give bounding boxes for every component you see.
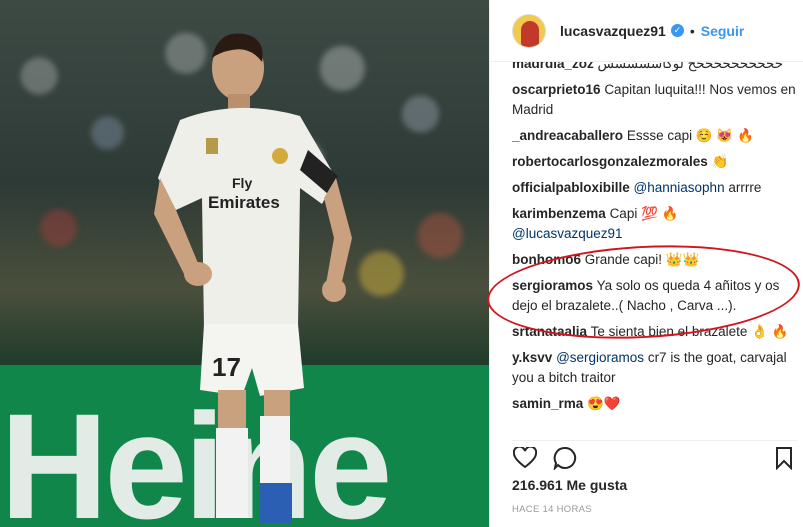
like-heart-icon[interactable] <box>512 445 538 471</box>
comment-username[interactable]: _andreacaballero <box>512 128 623 143</box>
comment-mention[interactable]: @hanniasophn <box>634 180 725 195</box>
comment-username[interactable]: oscarprieto16 <box>512 82 601 97</box>
comment-mention[interactable]: @sergioramos <box>556 350 644 365</box>
post-header: lucasvazquez91 ✓ • Seguir <box>490 0 803 62</box>
comment-username[interactable]: samin_rma <box>512 396 583 411</box>
comment-item: officialpabloxibille @hanniasophn arrrre <box>512 178 797 198</box>
comment-username[interactable]: bonhomo6 <box>512 252 581 267</box>
comment-text: cr7 is the goat, carvajal you a bitch tr… <box>512 350 787 385</box>
follow-button[interactable]: Seguir <box>701 23 745 39</box>
verified-badge-icon: ✓ <box>670 24 684 37</box>
shorts-number: 17 <box>212 352 241 382</box>
comment-username[interactable]: robertocarlosgonzalezmorales <box>512 154 708 169</box>
comment-item: srtanataalia Te sienta bien el brazalete… <box>512 322 797 342</box>
comment-username[interactable]: madrdia_zoz <box>512 62 594 71</box>
comment-username[interactable]: karimbenzema <box>512 206 606 221</box>
separator-dot: • <box>689 22 695 39</box>
player-figure: 17 Fly Emirates <box>154 33 352 523</box>
comment-username[interactable]: y.ksvv <box>512 350 552 365</box>
sponsor-line-1: Fly <box>232 175 252 191</box>
sponsor-line-2: Emirates <box>208 193 280 212</box>
comment-text: خخخخخخخخخخخ لوكاسسسسس <box>597 62 784 71</box>
comment-text: arrrre <box>728 180 762 195</box>
comment-item: oscarprieto16 Capitan luquita!!! Nos vem… <box>512 80 797 120</box>
comment-item-highlighted: sergioramos Ya solo os queda 4 añitos y … <box>512 276 797 316</box>
comment-item: y.ksvv @sergioramos cr7 is the goat, car… <box>512 348 797 388</box>
comment-text: 😍❤️ <box>587 396 621 411</box>
comment-text: Capi 💯 🔥 <box>609 206 679 221</box>
comment-mention[interactable]: @lucasvazquez91 <box>512 226 623 241</box>
comment-username[interactable]: officialpabloxibille <box>512 180 630 195</box>
comment-text: Grande capi! 👑👑 <box>584 252 700 267</box>
likes-count[interactable]: 216.961 Me gusta <box>512 477 627 493</box>
comment-item: karimbenzema Capi 💯 🔥 @lucasvazquez91 <box>512 204 797 244</box>
avatar[interactable] <box>512 13 546 48</box>
post-actions-bar <box>512 440 797 470</box>
comment-item: madrdia_zoz خخخخخخخخخخخ لوكاسسسسس <box>512 62 797 74</box>
comment-text: 👏 <box>711 154 729 169</box>
post-photo[interactable]: Heine 17 Fly Emirates <box>0 0 489 527</box>
comment-bubble-icon[interactable] <box>552 445 578 471</box>
comment-username[interactable]: srtanataalia <box>512 324 587 339</box>
header-username[interactable]: lucasvazquez91 <box>560 23 666 39</box>
comment-item: _andreacaballero Essse capi ☺️ 😻 🔥 <box>512 126 797 146</box>
bookmark-icon[interactable] <box>771 445 797 471</box>
post-side-panel: lucasvazquez91 ✓ • Seguir madrdia_zoz خخ… <box>489 0 803 527</box>
post-timestamp: HACE 14 HORAS <box>512 504 592 515</box>
comment-text: Te sienta bien el brazalete 👌 🔥 <box>590 324 789 339</box>
comment-item: samin_rma 😍❤️ <box>512 394 797 414</box>
comments-list[interactable]: madrdia_zoz خخخخخخخخخخخ لوكاسسسسس oscarp… <box>512 62 797 434</box>
comment-text: Essse capi ☺️ 😻 🔥 <box>626 128 754 143</box>
comment-item: robertocarlosgonzalezmorales 👏 <box>512 152 797 172</box>
comment-username[interactable]: sergioramos <box>512 278 593 293</box>
comment-item: bonhomo6 Grande capi! 👑👑 <box>512 250 797 270</box>
